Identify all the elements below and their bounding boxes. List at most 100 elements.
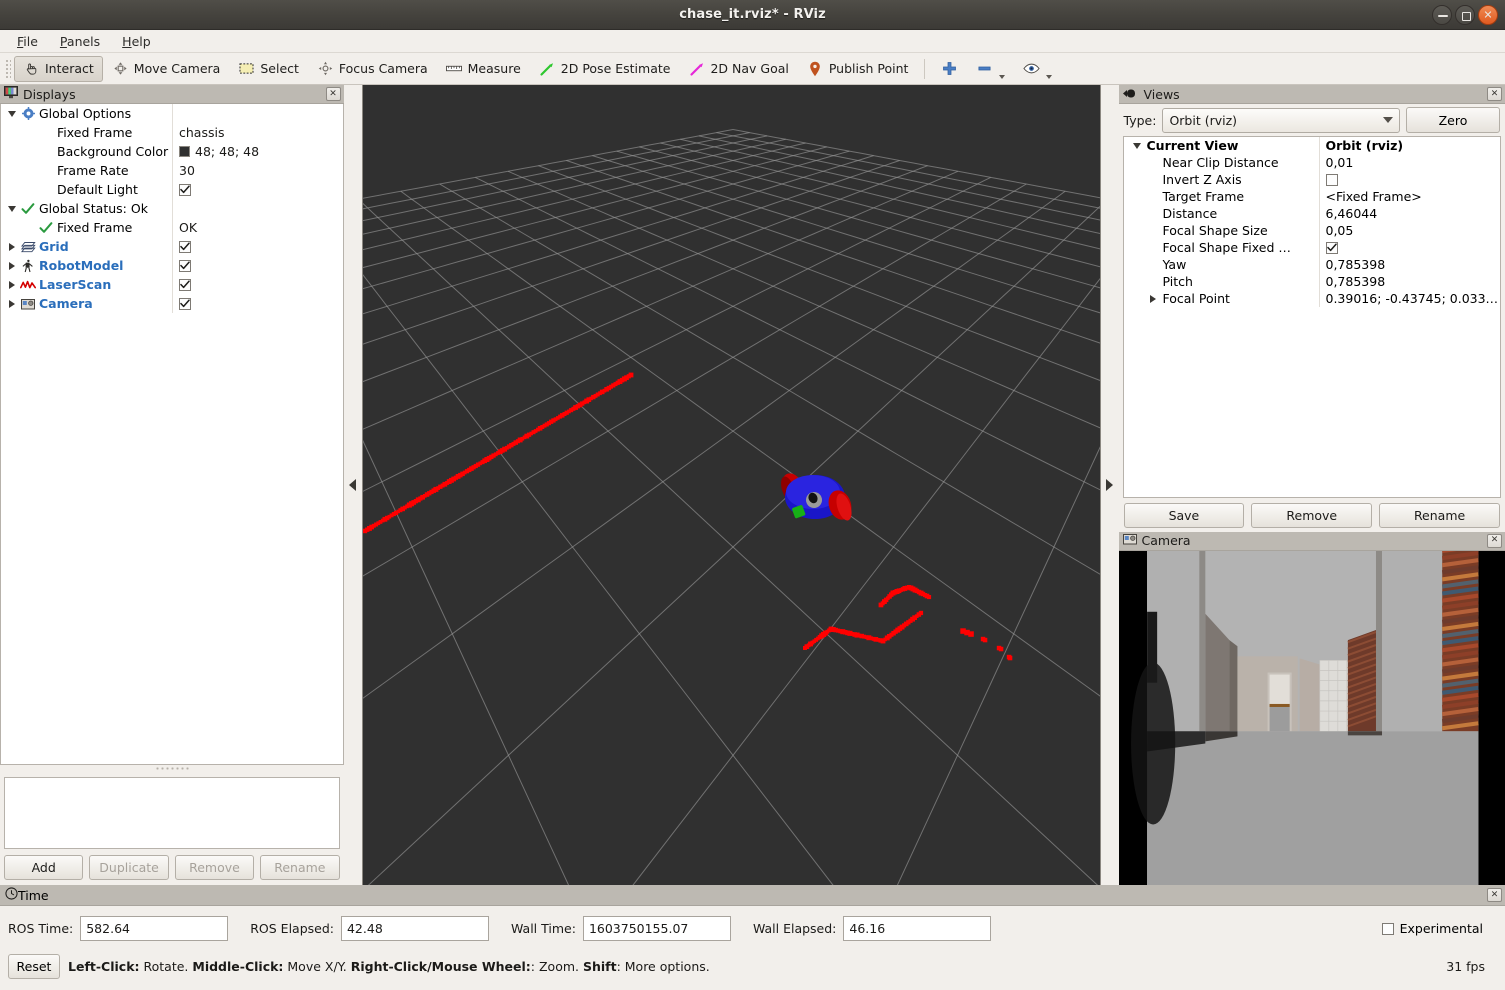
render-view-3d[interactable] — [362, 85, 1101, 885]
view-tree-row[interactable]: Focal Point 0.39016; -0.43745; 0.033… — [1124, 290, 1500, 307]
close-button[interactable]: ✕ — [1478, 5, 1498, 25]
right-collapse-handle[interactable] — [1101, 85, 1119, 885]
view-type-select[interactable]: Orbit (rviz) — [1162, 108, 1400, 133]
checkbox-checked[interactable] — [179, 184, 191, 196]
view-tree-value-cell[interactable]: 0,785398 — [1320, 273, 1500, 290]
display-tree-value-cell[interactable]: 30 — [173, 161, 343, 180]
display-tree-value-cell[interactable] — [173, 199, 343, 218]
display-tree-row[interactable]: Fixed Frame chassis — [1, 123, 343, 142]
toolbar-visibility-button[interactable] — [1014, 56, 1061, 82]
chevron-down-icon[interactable] — [1046, 75, 1052, 79]
view-tree-value-cell[interactable] — [1320, 171, 1500, 188]
checkbox-checked[interactable] — [1326, 242, 1338, 254]
view-tree-value-cell[interactable]: <Fixed Frame> — [1320, 188, 1500, 205]
menu-help[interactable]: Help — [111, 32, 162, 51]
display-tree-row[interactable]: Default Light — [1, 180, 343, 199]
view-tree-row[interactable]: Invert Z Axis — [1124, 171, 1500, 188]
remove-display-button[interactable]: Remove — [175, 855, 254, 880]
display-tree-value-cell[interactable] — [173, 180, 343, 199]
experimental-checkbox-row[interactable]: Experimental — [1382, 921, 1497, 936]
checkbox-checked[interactable] — [179, 260, 191, 272]
duplicate-display-button[interactable]: Duplicate — [89, 855, 168, 880]
ros-time-input[interactable]: 582.64 — [80, 916, 228, 941]
menu-file[interactable]: File — [6, 32, 49, 51]
twisty-expanded-icon[interactable] — [1130, 143, 1144, 149]
views-close-icon[interactable]: ✕ — [1487, 87, 1502, 101]
displays-close-icon[interactable]: ✕ — [326, 87, 341, 101]
twisty-collapsed-icon[interactable] — [5, 262, 19, 270]
display-tree-row[interactable]: RobotModel — [1, 256, 343, 275]
add-display-button[interactable]: Add — [4, 855, 83, 880]
wall-time-input[interactable]: 1603750155.07 — [583, 916, 731, 941]
display-tree-value-cell[interactable]: chassis — [173, 123, 343, 142]
display-tree-value-cell[interactable] — [173, 237, 343, 256]
left-collapse-handle[interactable] — [344, 85, 362, 885]
twisty-expanded-icon[interactable] — [5, 206, 19, 212]
display-tree-row[interactable]: Background Color 48; 48; 48 — [1, 142, 343, 161]
toolbar-focus-camera-button[interactable]: Focus Camera — [308, 56, 437, 82]
display-tree-row[interactable]: Grid — [1, 237, 343, 256]
checkbox-checked[interactable] — [179, 241, 191, 253]
display-tree-row[interactable]: LaserScan — [1, 275, 343, 294]
display-tree-value-cell[interactable]: OK — [173, 218, 343, 237]
view-tree-value-cell[interactable]: 0,01 — [1320, 154, 1500, 171]
rename-display-button[interactable]: Rename — [260, 855, 339, 880]
checkbox-unchecked[interactable] — [1326, 174, 1338, 186]
view-tree-row[interactable]: Yaw 0,785398 — [1124, 256, 1500, 273]
display-tree-value-cell[interactable] — [173, 294, 343, 313]
view-tree-row[interactable]: Focal Shape Size 0,05 — [1124, 222, 1500, 239]
checkbox-checked[interactable] — [179, 298, 191, 310]
save-view-button[interactable]: Save — [1124, 503, 1245, 528]
view-tree-value-cell[interactable]: 6,46044 — [1320, 205, 1500, 222]
checkbox-checked[interactable] — [179, 279, 191, 291]
view-tree-row[interactable]: Distance 6,46044 — [1124, 205, 1500, 222]
twisty-collapsed-icon[interactable] — [5, 300, 19, 308]
toolbar-nav-goal-button[interactable]: 2D Nav Goal — [679, 56, 797, 82]
display-tree-row[interactable]: Frame Rate 30 — [1, 161, 343, 180]
time-close-icon[interactable]: ✕ — [1487, 888, 1502, 902]
display-tree-value-cell[interactable]: 48; 48; 48 — [173, 142, 343, 161]
toolbar-measure-button[interactable]: Measure — [437, 56, 530, 82]
view-tree-value-cell[interactable]: 0,05 — [1320, 222, 1500, 239]
display-tree-row[interactable]: Global Status: Ok — [1, 199, 343, 218]
displays-tree[interactable]: Global Options Fixed Frame chassis Backgrou… — [0, 104, 344, 765]
toolbar-grip[interactable] — [4, 58, 11, 80]
toolbar-pose-estimate-button[interactable]: 2D Pose Estimate — [530, 56, 680, 82]
rename-view-button[interactable]: Rename — [1379, 503, 1500, 528]
toolbar-remove-button[interactable] — [967, 56, 1014, 82]
toolbar-add-button[interactable] — [932, 56, 967, 82]
color-swatch[interactable] — [179, 146, 190, 157]
remove-view-button[interactable]: Remove — [1251, 503, 1372, 528]
view-tree-row[interactable]: Focal Shape Fixed … — [1124, 239, 1500, 256]
view-tree-row[interactable]: Near Clip Distance 0,01 — [1124, 154, 1500, 171]
display-tree-row[interactable]: Fixed Frame OK — [1, 218, 343, 237]
maximize-button[interactable] — [1455, 5, 1475, 25]
experimental-checkbox[interactable] — [1382, 923, 1394, 935]
toolbar-interact-button[interactable]: Interact — [14, 56, 103, 82]
view-tree-value-cell[interactable] — [1320, 239, 1500, 256]
view-tree-row[interactable]: Pitch 0,785398 — [1124, 273, 1500, 290]
reset-button[interactable]: Reset — [8, 954, 60, 979]
wall-elapsed-input[interactable]: 46.16 — [843, 916, 991, 941]
camera-image-view[interactable] — [1119, 551, 1505, 885]
display-tree-value-cell[interactable] — [173, 104, 343, 123]
display-tree-value-cell[interactable] — [173, 256, 343, 275]
views-tree[interactable]: Current View Orbit (rviz) Near Clip Distan… — [1123, 136, 1501, 498]
view-tree-row[interactable]: Current View Orbit (rviz) — [1124, 137, 1500, 154]
display-tree-row[interactable]: Global Options — [1, 104, 343, 123]
twisty-collapsed-icon[interactable] — [1146, 295, 1160, 303]
camera-close-icon[interactable]: ✕ — [1487, 534, 1502, 548]
twisty-collapsed-icon[interactable] — [5, 281, 19, 289]
ros-elapsed-input[interactable]: 42.48 — [341, 916, 489, 941]
chevron-down-icon[interactable] — [999, 75, 1005, 79]
view-tree-value-cell[interactable]: 0.39016; -0.43745; 0.033… — [1320, 290, 1500, 307]
twisty-expanded-icon[interactable] — [5, 111, 19, 117]
display-tree-row[interactable]: Camera — [1, 294, 343, 313]
twisty-collapsed-icon[interactable] — [5, 243, 19, 251]
view-tree-row[interactable]: Target Frame <Fixed Frame> — [1124, 188, 1500, 205]
toolbar-move-camera-button[interactable]: Move Camera — [103, 56, 230, 82]
zero-button[interactable]: Zero — [1406, 107, 1500, 133]
display-tree-value-cell[interactable] — [173, 275, 343, 294]
view-tree-value-cell[interactable]: Orbit (rviz) — [1320, 137, 1500, 154]
view-tree-value-cell[interactable]: 0,785398 — [1320, 256, 1500, 273]
